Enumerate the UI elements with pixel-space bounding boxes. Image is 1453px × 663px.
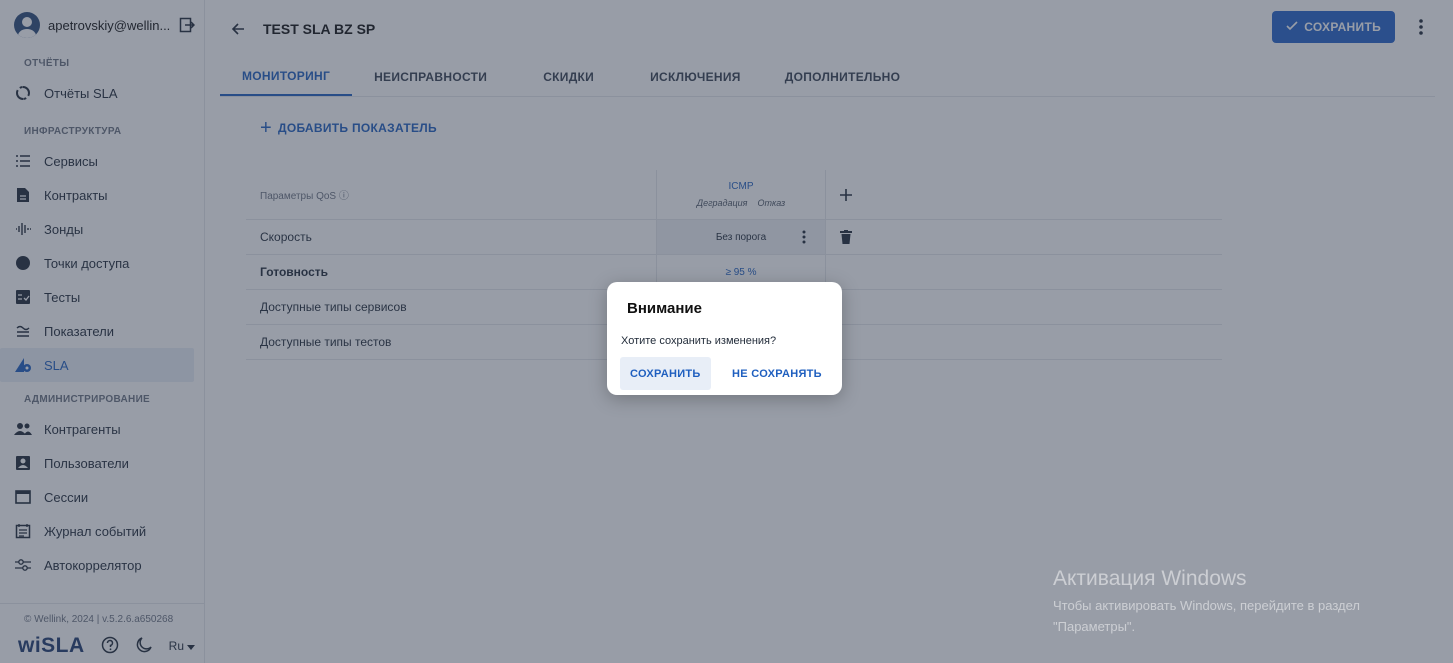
watermark-title: Активация Windows — [1053, 567, 1247, 590]
dialog-message: Хотите сохранить изменения? — [621, 335, 777, 347]
dialog-save-button[interactable]: СОХРАНИТЬ — [620, 357, 711, 390]
watermark-text: Чтобы активировать Windows, перейдите в … — [1053, 598, 1360, 634]
confirm-dialog: Внимание Хотите сохранить изменения? СОХ… — [607, 282, 842, 395]
windows-activation-watermark: Активация Windows Чтобы активировать Win… — [1053, 567, 1393, 637]
dialog-dont-save-button[interactable]: НЕ СОХРАНЯТЬ — [732, 357, 822, 390]
dialog-title: Внимание — [627, 300, 702, 317]
